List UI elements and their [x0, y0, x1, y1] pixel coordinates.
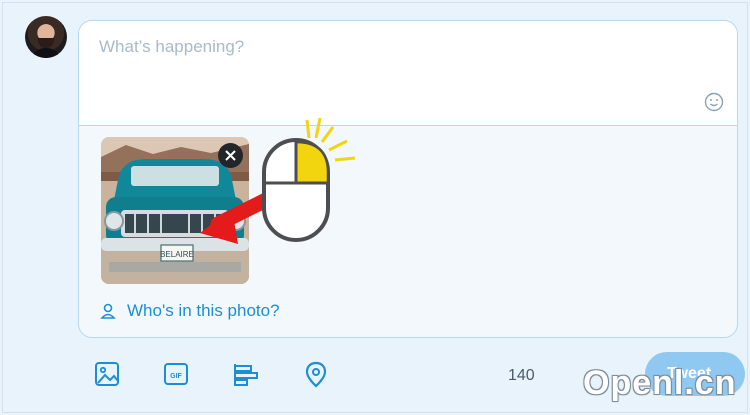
avatar-shirt [31, 48, 61, 58]
image-icon[interactable] [93, 360, 121, 388]
license-plate-text: BELAIRE [160, 250, 194, 259]
tweet-placeholder: What’s happening? [99, 37, 245, 56]
poll-icon[interactable] [231, 360, 259, 388]
user-avatar[interactable] [25, 16, 67, 58]
location-icon[interactable] [302, 360, 330, 388]
mouse-right-button-highlight [294, 140, 330, 185]
person-icon [100, 303, 116, 319]
character-counter: 140 [508, 367, 535, 384]
gif-label: GIF [170, 373, 182, 380]
tag-people-link[interactable]: Who's in this photo? [99, 301, 280, 321]
watermark: Openl.cn [583, 364, 737, 402]
red-arrow-head [200, 209, 238, 244]
emoji-icon[interactable] [704, 92, 724, 112]
click-annotation [200, 117, 356, 244]
avatar-beard [38, 38, 54, 48]
tag-people-label: Who's in this photo? [127, 301, 280, 320]
gif-icon[interactable]: GIF [162, 360, 190, 388]
tweet-composer: What’s happening? BELAIRE Who's in this … [78, 20, 738, 338]
tweet-text-area[interactable]: What’s happening? [79, 21, 737, 126]
